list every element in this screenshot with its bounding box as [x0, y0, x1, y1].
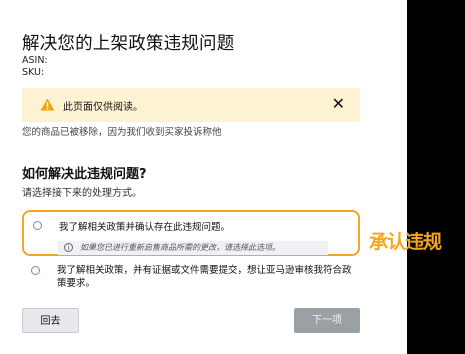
warning-icon [40, 98, 55, 111]
asin-label: ASIN: [22, 55, 48, 66]
radio-submit-evidence[interactable] [31, 266, 40, 275]
option-hint: i 如果您已进行重新启售商品所需的更改，请选择此选项。 [58, 241, 328, 255]
right-black-band [407, 0, 465, 354]
alert-text: 此页面仅供阅读。 [63, 102, 143, 113]
read-only-alert: 此页面仅供阅读。 ✕ [22, 88, 360, 122]
option-acknowledge-label: 我了解相关政策并确认存在此违规问题。 [59, 222, 231, 233]
close-icon[interactable]: ✕ [332, 94, 345, 114]
removal-notice: 您的商品已被移除，因为我们收到买家投诉称他 [22, 127, 222, 138]
resolution-instruction: 请选择接下来的处理方式。 [22, 188, 142, 199]
option-submit-evidence-label: 我了解相关政策，并有证据或文件需要提交，想让亚马逊审核我符合政策要求。 [57, 265, 352, 289]
radio-acknowledge[interactable] [33, 221, 42, 230]
option-submit-evidence[interactable]: 我了解相关政策，并有证据或文件需要提交，想让亚马逊审核我符合政策要求。 [22, 264, 360, 294]
page-title: 解决您的上架政策违规问题 [22, 34, 235, 54]
next-button[interactable]: 下一项 [294, 308, 360, 333]
option-hint-text: 如果您已进行重新启售商品所需的更改，请选择此选项。 [80, 243, 280, 252]
resolution-heading: 如何解决此违规问题? [22, 167, 147, 182]
option-acknowledge-violation[interactable]: 我了解相关政策并确认存在此违规问题。 i 如果您已进行重新启售商品所需的更改，请… [22, 210, 360, 256]
back-button[interactable]: 回去 [22, 308, 79, 333]
sku-label: SKU: [22, 67, 45, 78]
annotation-acknowledge: 承认违规 [369, 231, 442, 253]
info-icon: i [64, 243, 73, 252]
